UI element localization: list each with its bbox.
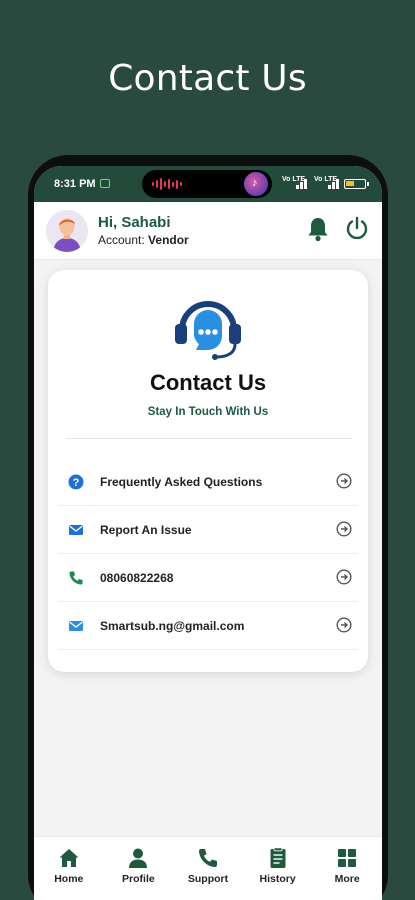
- arrow-right-icon[interactable]: [336, 617, 352, 633]
- app-header: Hi, Sahabi Account: Vendor: [34, 202, 382, 260]
- support-headset-icon: [175, 301, 241, 360]
- contact-card: Contact Us Stay In Touch With Us ? Frequ…: [48, 270, 368, 672]
- app-notification-icon: [100, 179, 110, 188]
- nav-home-label: Home: [54, 873, 84, 885]
- status-bar: 8:31 PM ♪ Vo LTE Vo LTE: [34, 166, 382, 202]
- card-title: Contact Us: [149, 370, 267, 395]
- arrow-right-icon[interactable]: [336, 569, 352, 585]
- phone-item[interactable]: 08060822268: [58, 554, 358, 602]
- signal-bars-icon: [296, 179, 307, 189]
- bell-icon[interactable]: [306, 216, 330, 242]
- divider: [66, 438, 352, 439]
- faq-label: Frequently Asked Questions: [100, 475, 263, 489]
- nav-history-label: History: [259, 873, 296, 885]
- bottom-nav: Home Profile Support History More: [34, 836, 382, 900]
- faq-item[interactable]: ? Frequently Asked Questions: [58, 458, 358, 506]
- svg-text:?: ?: [73, 477, 80, 489]
- arrow-right-icon[interactable]: [336, 521, 352, 537]
- account-type: Account: Vendor: [98, 233, 189, 247]
- question-icon: ?: [68, 474, 84, 490]
- nav-more[interactable]: More: [312, 837, 382, 900]
- phone-number: 08060822268: [100, 571, 174, 585]
- greeting-text: Hi, Sahabi: [98, 214, 171, 231]
- nav-history[interactable]: History: [243, 837, 313, 900]
- phone-icon: [198, 849, 217, 868]
- mail-icon: [69, 621, 83, 631]
- nav-home[interactable]: Home: [34, 837, 104, 900]
- phone-icon: [69, 571, 83, 585]
- email-address: Smartsub.ng@gmail.com: [100, 619, 245, 633]
- audio-wave-icon: [152, 178, 182, 190]
- power-icon[interactable]: [344, 215, 370, 241]
- history-icon: [270, 847, 286, 868]
- profile-icon: [129, 848, 148, 868]
- arrow-right-icon[interactable]: [336, 473, 352, 489]
- envelope-icon: [69, 525, 83, 535]
- promo-title: Contact Us: [108, 58, 307, 99]
- app-screen: 8:31 PM ♪ Vo LTE Vo LTE Hi, Sahabi Accou…: [34, 166, 382, 900]
- user-avatar-icon: [46, 210, 88, 252]
- report-issue-item[interactable]: Report An Issue: [58, 506, 358, 554]
- grid-icon: [338, 849, 357, 867]
- nav-profile-label: Profile: [122, 873, 155, 885]
- nav-support[interactable]: Support: [173, 837, 243, 900]
- music-icon[interactable]: ♪: [244, 172, 268, 196]
- battery-icon: [344, 179, 369, 189]
- nav-more-label: More: [334, 873, 360, 885]
- home-icon: [59, 849, 79, 867]
- card-subtitle: Stay In Touch With Us: [147, 406, 269, 418]
- status-time: 8:31 PM: [54, 178, 96, 190]
- email-item[interactable]: Smartsub.ng@gmail.com: [58, 602, 358, 650]
- signal-bars-icon: [328, 179, 339, 189]
- report-issue-label: Report An Issue: [100, 523, 192, 537]
- nav-support-label: Support: [187, 873, 229, 885]
- nav-profile[interactable]: Profile: [104, 837, 174, 900]
- avatar[interactable]: [46, 210, 88, 252]
- dynamic-island: ♪: [142, 170, 272, 198]
